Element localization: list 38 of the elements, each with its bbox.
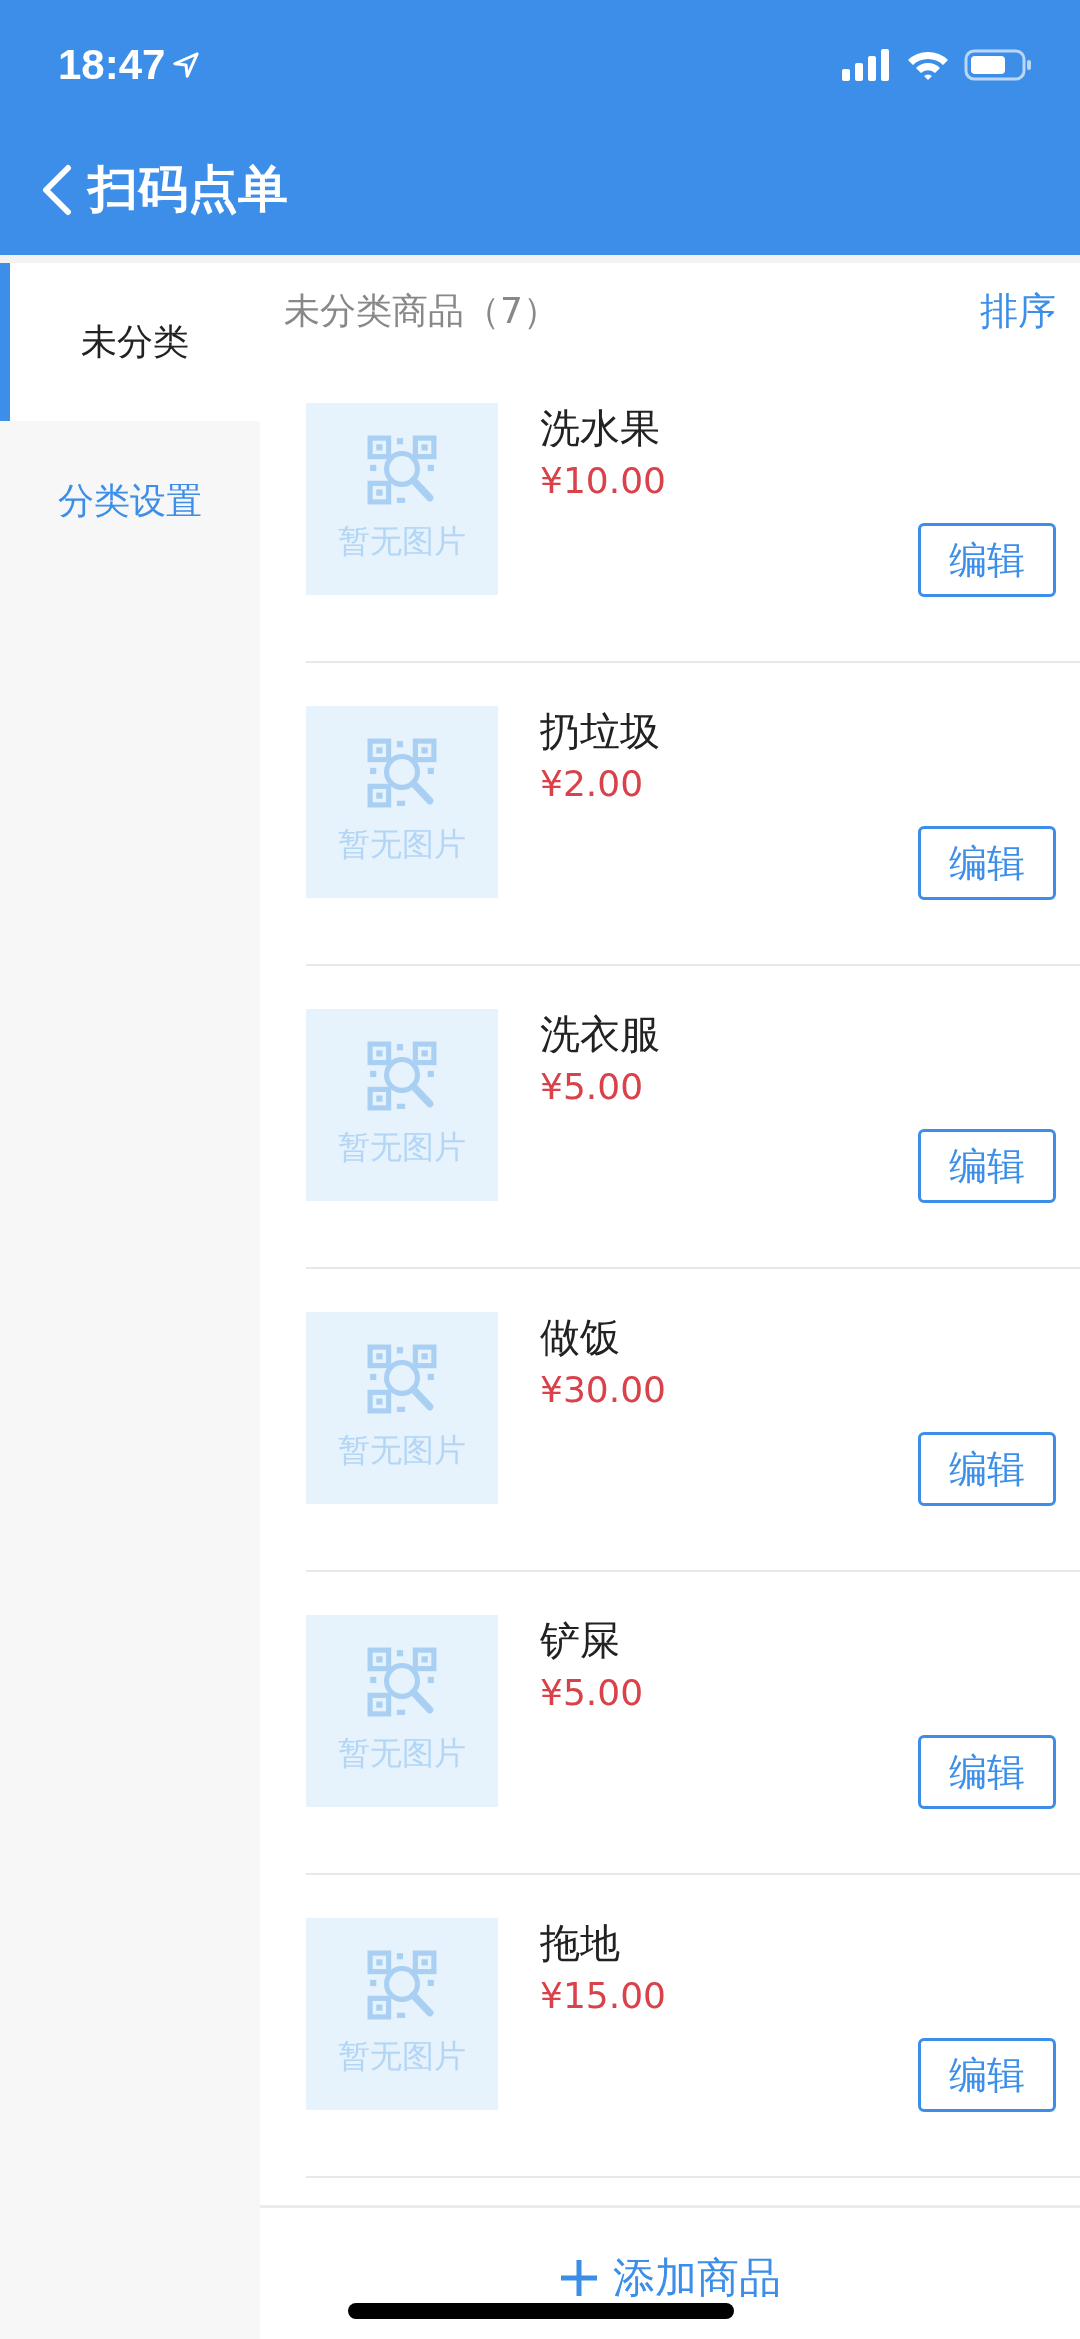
edit-button[interactable]: 编辑 xyxy=(918,2038,1056,2112)
qr-magnifier-icon xyxy=(366,434,438,506)
qr-magnifier-icon xyxy=(366,737,438,809)
wifi-icon xyxy=(906,49,950,81)
edit-button[interactable]: 编辑 xyxy=(918,1432,1056,1506)
status-time: 18:47 xyxy=(58,41,166,89)
battery-icon xyxy=(964,49,1032,81)
qr-magnifier-icon xyxy=(366,1040,438,1112)
qr-magnifier-icon xyxy=(366,1646,438,1718)
section-title: 未分类商品（7） xyxy=(284,289,559,333)
product-name: 铲屎 xyxy=(540,1616,621,1665)
page-title: 扫码点单 xyxy=(88,159,288,220)
category-item[interactable]: 分类设置 xyxy=(0,421,260,581)
edit-button[interactable]: 编辑 xyxy=(918,1129,1056,1203)
product-price: ¥30.00 xyxy=(540,1368,667,1412)
edit-button[interactable]: 编辑 xyxy=(918,523,1056,597)
plus-icon xyxy=(559,2258,599,2298)
add-product-button[interactable]: 添加商品 xyxy=(559,2250,781,2306)
category-item[interactable]: 未分类 xyxy=(0,263,260,421)
product-name: 洗衣服 xyxy=(540,1010,661,1059)
product-name: 扔垃圾 xyxy=(540,707,661,756)
product-name: 拖地 xyxy=(540,1919,621,1968)
product-price: ¥2.00 xyxy=(540,762,645,806)
back-button[interactable] xyxy=(40,163,74,216)
sort-link[interactable]: 排序 xyxy=(980,286,1056,337)
qr-magnifier-icon xyxy=(366,1949,438,2021)
product-price: ¥10.00 xyxy=(540,459,667,503)
back-chevron-icon xyxy=(40,163,74,216)
product-name: 做饭 xyxy=(540,1313,621,1362)
product-price: ¥5.00 xyxy=(540,1671,645,1715)
product-price: ¥15.00 xyxy=(540,1974,667,2018)
edit-button[interactable]: 编辑 xyxy=(918,826,1056,900)
edit-button[interactable]: 编辑 xyxy=(918,1735,1056,1809)
location-arrow-icon xyxy=(171,50,202,80)
product-price: ¥5.00 xyxy=(540,1065,645,1109)
qr-magnifier-icon xyxy=(366,1343,438,1415)
signal-icon xyxy=(842,49,892,81)
product-name: 洗水果 xyxy=(540,404,661,453)
